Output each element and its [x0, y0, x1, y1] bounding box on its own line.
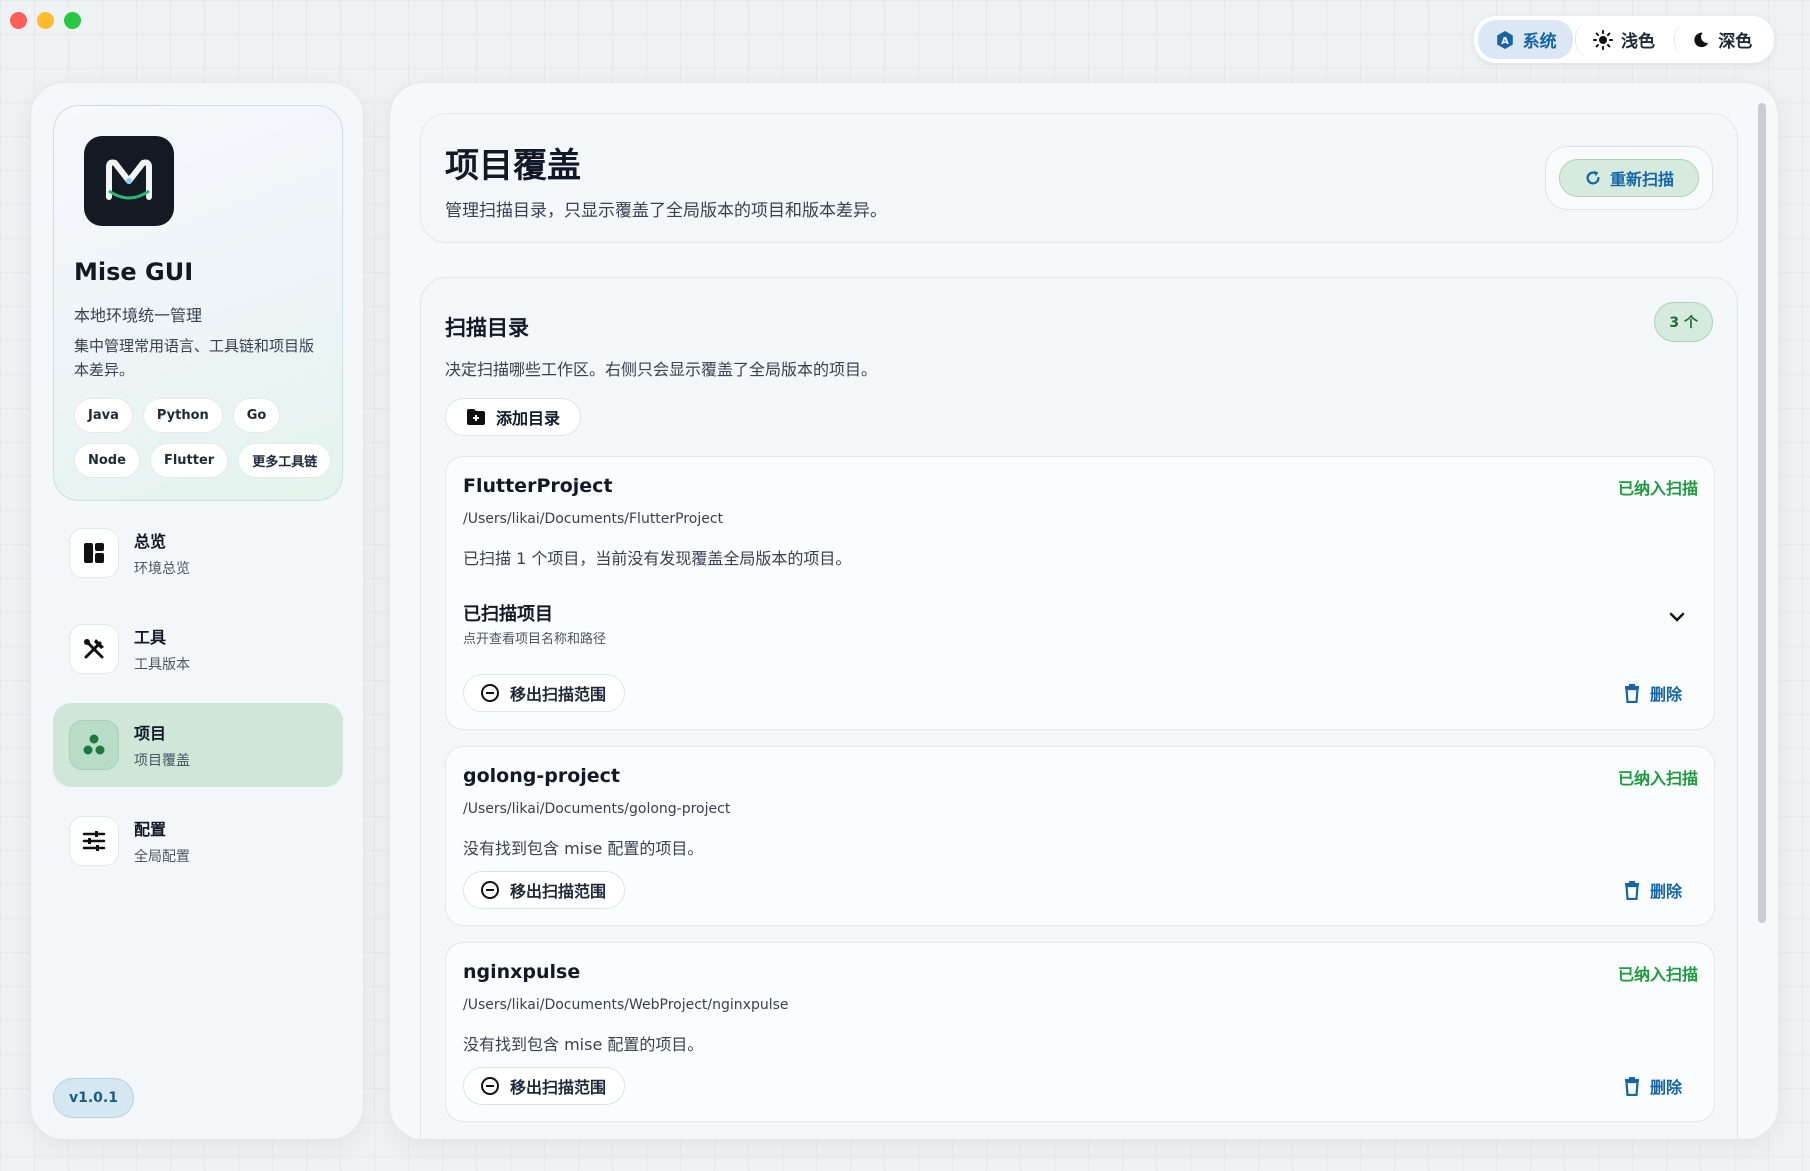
theme-option-label: 浅色: [1620, 32, 1655, 52]
remove-from-scan-button[interactable]: 移出扫描范围: [463, 871, 626, 909]
theme-option-dark[interactable]: 深色: [1673, 20, 1770, 59]
page-description: 管理扫描目录，只显示覆盖了全局版本的项目和版本差异。: [445, 201, 887, 221]
directory-path: /Users/likai/Documents/golong-project: [463, 801, 731, 817]
nav-title: 工具: [134, 628, 167, 647]
zoom-window-button[interactable]: [64, 12, 81, 29]
scan-title: 扫描目录: [445, 316, 529, 340]
scrollbar[interactable]: [1758, 103, 1766, 923]
delete-directory-button[interactable]: 删除: [1624, 1067, 1682, 1105]
sidebar: Mise GUI 本地环境统一管理 集中管理常用语言、工具链和项目版本差异。 J…: [30, 82, 364, 1140]
scan-description: 决定扫描哪些工作区。右侧只会显示覆盖了全局版本的项目。: [445, 360, 878, 379]
sidebar-item-config[interactable]: 配置 全局配置: [53, 799, 343, 883]
remove-from-scan-button[interactable]: 移出扫描范围: [463, 1067, 626, 1105]
chip-python: Python: [142, 398, 223, 433]
directory-card: nginxpulse 已纳入扫描 /Users/likai/Documents/…: [445, 942, 1715, 1122]
add-directory-label: 添加目录: [496, 409, 561, 428]
minus-circle-icon: [481, 881, 499, 899]
brand-card: Mise GUI 本地环境统一管理 集中管理常用语言、工具链和项目版本差异。 J…: [53, 105, 343, 501]
delete-directory-button[interactable]: 删除: [1624, 674, 1682, 712]
delete-label: 删除: [1649, 685, 1682, 704]
theme-option-light[interactable]: 浅色: [1575, 20, 1671, 59]
nav-title: 总览: [134, 532, 167, 551]
sliders-icon: [69, 816, 119, 866]
page-title: 项目覆盖: [445, 146, 581, 186]
remove-label: 移出扫描范围: [510, 882, 607, 901]
directory-path: /Users/likai/Documents/FlutterProject: [463, 511, 724, 527]
sidebar-nav: 总览 环境总览 工具 工具版本 项目 项目覆盖 配置 全局配置: [53, 511, 343, 895]
directory-name: golong-project: [463, 765, 621, 787]
chip-node: Node: [74, 443, 140, 478]
directory-info: 已扫描 1 个项目，当前没有发现覆盖全局版本的项目。: [463, 549, 852, 568]
main-panel: 项目覆盖 管理扫描目录，只显示覆盖了全局版本的项目和版本差异。 重新扫描 扫描目…: [389, 82, 1779, 1140]
moon-icon: [1694, 32, 1709, 47]
nav-title: 配置: [134, 820, 167, 839]
nav-subtitle: 工具版本: [134, 657, 190, 673]
folder-add-icon: [467, 409, 485, 425]
nav-subtitle: 全局配置: [134, 849, 190, 865]
version-badge: v1.0.1: [53, 1078, 134, 1118]
rescan-container: 重新扫描: [1545, 146, 1713, 210]
directory-status: 已纳入扫描: [1617, 965, 1698, 984]
remove-label: 移出扫描范围: [510, 685, 607, 704]
directory-card: golong-project 已纳入扫描 /Users/likai/Docume…: [445, 746, 1715, 926]
nav-subtitle: 项目覆盖: [134, 753, 190, 769]
toolchain-chips: Java Python Go Node Flutter 更多工具链: [74, 398, 334, 478]
minus-circle-icon: [481, 1077, 499, 1095]
scanned-projects-subtitle: 点开查看项目名称和路径: [463, 632, 607, 647]
chip-go: Go: [232, 398, 281, 433]
sidebar-item-tools[interactable]: 工具 工具版本: [53, 607, 343, 691]
remove-label: 移出扫描范围: [510, 1078, 607, 1097]
rescan-button[interactable]: 重新扫描: [1559, 159, 1699, 197]
trash-icon: [1624, 683, 1639, 703]
tools-icon: [69, 624, 119, 674]
directory-info: 没有找到包含 mise 配置的项目。: [463, 1035, 704, 1054]
minimize-window-button[interactable]: [37, 12, 54, 29]
chevron-down-icon[interactable]: [1668, 611, 1686, 623]
minus-circle-icon: [481, 684, 499, 702]
rescan-label: 重新扫描: [1609, 170, 1674, 189]
app-subtitle: 本地环境统一管理: [74, 306, 203, 325]
trash-icon: [1624, 1076, 1639, 1096]
chip-more-toolchains: 更多工具链: [238, 443, 332, 478]
projects-icon: [69, 720, 119, 770]
theme-option-system[interactable]: A 系统: [1478, 20, 1574, 59]
remove-from-scan-button[interactable]: 移出扫描范围: [463, 674, 626, 712]
chip-java: Java: [74, 398, 133, 433]
directory-card: FlutterProject 已纳入扫描 /Users/likai/Docume…: [445, 456, 1715, 730]
nav-title: 项目: [134, 724, 167, 743]
app-logo: [84, 136, 174, 226]
theme-option-label: 系统: [1522, 32, 1557, 52]
nav-subtitle: 环境总览: [134, 561, 190, 577]
chip-flutter: Flutter: [149, 443, 229, 478]
trash-icon: [1624, 880, 1639, 900]
scan-directories-card: 扫描目录 3 个 决定扫描哪些工作区。右侧只会显示覆盖了全局版本的项目。 添加目…: [420, 277, 1738, 1139]
directory-path: /Users/likai/Documents/WebProject/nginxp…: [463, 997, 789, 1013]
scanned-projects-title[interactable]: 已扫描项目: [463, 600, 553, 626]
delete-directory-button[interactable]: 删除: [1624, 871, 1682, 909]
sidebar-item-projects[interactable]: 项目 项目覆盖: [53, 703, 343, 787]
theme-option-label: 深色: [1718, 32, 1753, 52]
delete-label: 删除: [1649, 882, 1682, 901]
dashboard-icon: [69, 528, 119, 578]
sun-icon: [1592, 29, 1613, 50]
delete-label: 删除: [1649, 1078, 1682, 1097]
mise-logo-icon: [106, 159, 152, 200]
close-window-button[interactable]: [10, 12, 27, 29]
window-controls: [10, 12, 81, 29]
add-directory-button[interactable]: 添加目录: [445, 398, 582, 436]
svg-text:A: A: [1501, 36, 1509, 47]
directory-name: nginxpulse: [463, 961, 581, 983]
refresh-icon: [1586, 170, 1600, 185]
directory-info: 没有找到包含 mise 配置的项目。: [463, 839, 704, 858]
directory-name: FlutterProject: [463, 475, 613, 497]
page-header: 项目覆盖 管理扫描目录，只显示覆盖了全局版本的项目和版本差异。 重新扫描: [420, 113, 1738, 243]
directory-status: 已纳入扫描: [1617, 479, 1698, 498]
app-name: Mise GUI: [74, 258, 194, 286]
directory-count-badge: 3 个: [1654, 302, 1713, 342]
sidebar-item-overview[interactable]: 总览 环境总览: [53, 511, 343, 595]
app-description: 集中管理常用语言、工具链和项目版本差异。: [74, 337, 315, 379]
theme-switcher: A 系统 浅色 深色: [1474, 16, 1774, 63]
directory-status: 已纳入扫描: [1617, 769, 1698, 788]
system-theme-icon: A: [1496, 30, 1513, 49]
